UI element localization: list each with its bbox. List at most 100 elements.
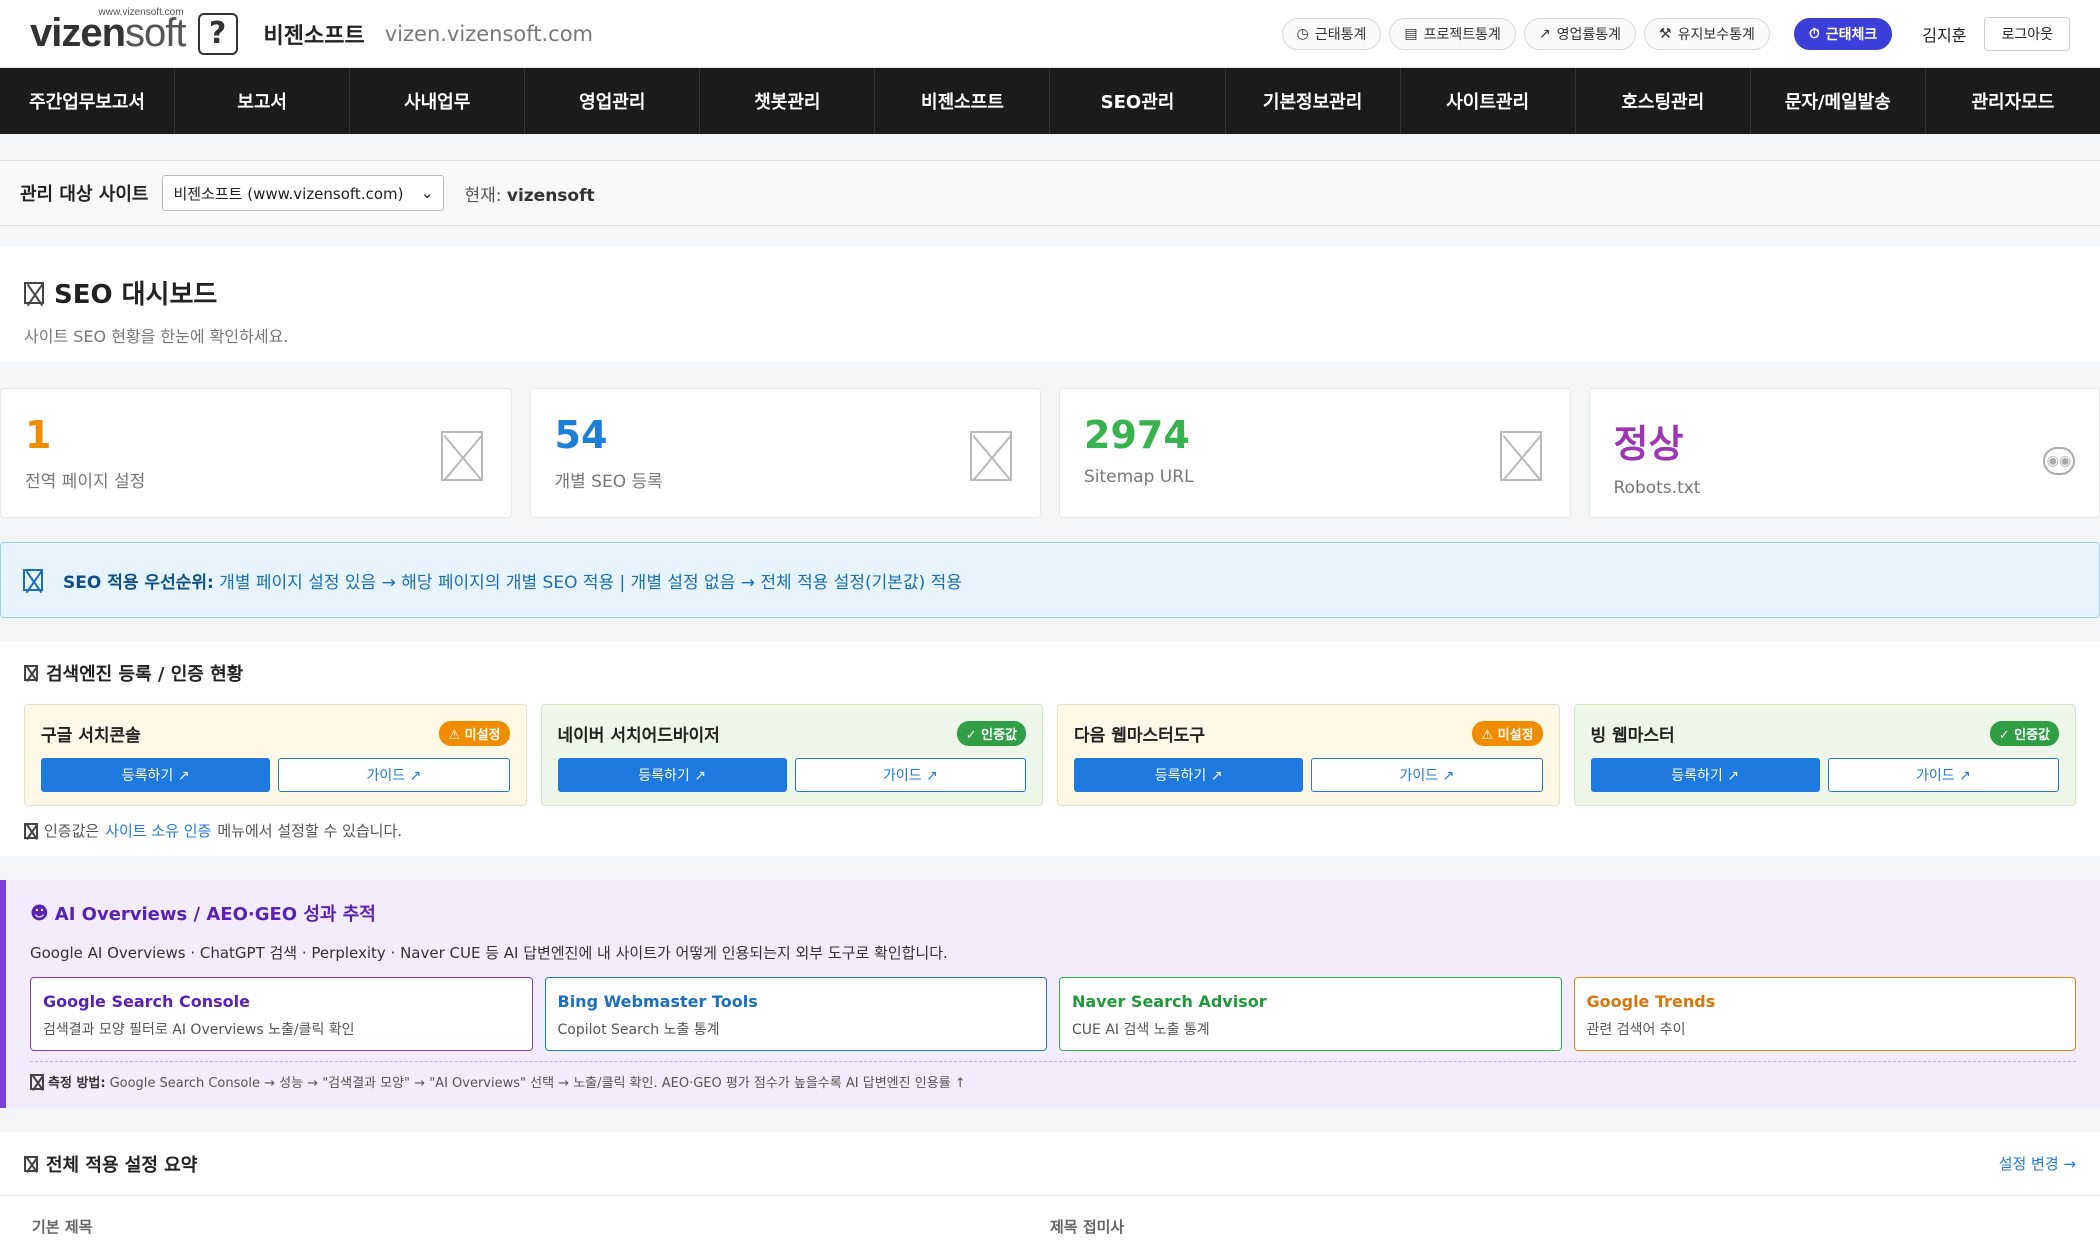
project-stats-button[interactable]: ▤ 프로젝트통계 [1389,17,1516,50]
stat-label: 개별 SEO 등록 [554,472,663,492]
stat-card-sitemap[interactable]: 2974 Sitemap URL [1059,388,1571,518]
current-site: 현재: vizensoft [464,181,594,206]
nav-item-hosting[interactable]: 호스팅관리 [1576,68,1751,134]
maintenance-stats-button[interactable]: ⚒ 유지보수통계 [1644,17,1770,50]
ai-overviews-section: ☻ AI Overviews / AEO·GEO 성과 추적 Google AI… [0,880,2100,1108]
summary-columns: 기본 제목 제목 접미사 [0,1196,2100,1250]
stat-card-individual-seo[interactable]: 54 개별 SEO 등록 [529,388,1041,518]
nav-item-messaging[interactable]: 문자/메일발송 [1751,68,1926,134]
main-nav: 주간업무보고서 보고서 사내업무 영업관리 챗봇관리 비젠소프트 SEO관리 기… [0,68,2100,134]
tool-desc: CUE AI 검색 노출 통계 [1072,1022,1210,1038]
site-select-value: 비젠소프트 (www.vizensoft.com) [173,184,404,203]
logout-button[interactable]: 로그아웃 [1984,16,2070,51]
stat-card-global-pages[interactable]: 1 전역 페이지 설정 [0,388,512,518]
tool-card-google-trends[interactable]: Google Trends 관련 검색어 추이 [1573,977,2076,1051]
summary-col-title: 기본 제목 [32,1218,93,1236]
register-button[interactable]: 등록하기 ↗ [1590,758,1820,792]
nav-item-basic-info[interactable]: 기본정보관리 [1226,68,1401,134]
logo-question-icon: ? [197,12,238,55]
engine-name: 네이버 서치어드바이저 [557,726,720,746]
trend-up-icon: ↗ [1538,25,1551,42]
note-text: Google Search Console → 성능 → "검색결과 모양" →… [109,1076,966,1091]
guide-button[interactable]: 가이드 ↗ [278,758,510,792]
page-title-text: SEO 대시보드 [54,280,218,310]
note-after: 메뉴에서 설정할 수 있습니다. [217,822,403,840]
guide-button[interactable]: 가이드 ↗ [1311,758,1543,792]
tool-desc: 검색결과 모양 필터로 AI Overviews 노출/클릭 확인 [43,1022,355,1038]
robot-icon: ◉◉ [2043,447,2075,475]
site-select[interactable]: 비젠소프트 (www.vizensoft.com) ⌄ [162,175,445,211]
stat-value: 2974 [1084,413,1190,457]
guide-button[interactable]: 가이드 ↗ [794,758,1026,792]
summary-col-suffix: 제목 접미사 [1050,1218,1125,1236]
status-badge: ✓ 인증값 [956,721,1026,746]
sales-stats-button[interactable]: ↗ 영업률통계 [1523,17,1636,50]
stat-card-robots[interactable]: 정상 Robots.txt ◉◉ [1588,388,2100,518]
engine-note: 인증값은 사이트 소유 인증 메뉴에서 설정할 수 있습니다. [24,820,2076,841]
nav-item-weekly-report[interactable]: 주간업무보고서 [0,68,176,134]
site-selector-label: 관리 대상 사이트 [20,184,149,205]
vizensoft-logo[interactable]: www.vizensoft.com vizensoft ? [30,7,238,56]
pill-label: 프로젝트통계 [1423,26,1501,43]
engine-card-daum: 다음 웹마스터도구 ⚠ 미설정 등록하기 ↗ 가이드 ↗ [1057,704,1560,806]
nav-item-admin[interactable]: 관리자모드 [1926,68,2100,134]
missing-glyph-icon [23,569,43,591]
chevron-down-icon: ⌄ [420,184,434,202]
nav-item-reports[interactable]: 보고서 [175,68,351,134]
priority-text: SEO 적용 우선순위: 개별 페이지 설정 있음 → 해당 페이지의 개별 S… [63,568,962,593]
tool-card-google-search-console[interactable]: Google Search Console 검색결과 모양 필터로 AI Ove… [30,977,533,1051]
header-actions: ◷ 근태통계 ▤ 프로젝트통계 ↗ 영업률통계 ⚒ 유지보수통계 ⏱ 근태체크 … [1281,16,2070,51]
nav-item-sales[interactable]: 영업관리 [525,68,701,134]
register-button[interactable]: 등록하기 ↗ [1074,758,1304,792]
missing-glyph-icon [30,1073,44,1090]
missing-glyph-icon [24,822,38,839]
status-badge: ⚠ 미설정 [1472,721,1543,746]
note-bold: 측정 방법: [48,1076,106,1091]
summary-section: 전체 적용 설정 요약 설정 변경 → 기본 제목 제목 접미사 [0,1132,2100,1250]
user-name: 김지훈 [1922,25,1967,45]
nav-item-internal-work[interactable]: 사내업무 [350,68,526,134]
register-button[interactable]: 등록하기 ↗ [557,758,787,792]
nav-item-site[interactable]: 사이트관리 [1401,68,1576,134]
missing-glyph-icon [24,665,38,681]
engine-card-bing: 빙 웹마스터 ✓ 인증값 등록하기 ↗ 가이드 ↗ [1573,704,2076,806]
stat-label: Robots.txt [1613,478,1701,498]
attendance-stats-button[interactable]: ◷ 근태통계 [1281,17,1382,50]
logo-small-url: www.vizensoft.com [98,7,184,18]
tool-card-bing-webmaster[interactable]: Bing Webmaster Tools Copilot Search 노출 통… [544,977,1047,1051]
tool-desc: 관련 검색어 추이 [1586,1022,1686,1038]
engine-card-naver: 네이버 서치어드바이저 ✓ 인증값 등록하기 ↗ 가이드 ↗ [540,704,1043,806]
nav-item-chatbot[interactable]: 챗봇관리 [700,68,876,134]
attendance-check-button[interactable]: ⏱ 근태체크 [1793,17,1893,50]
register-button[interactable]: 등록하기 ↗ [41,758,271,792]
page-subtitle: 사이트 SEO 현황을 한눈에 확인하세요. [24,327,289,346]
site-selector-bar: 관리 대상 사이트 비젠소프트 (www.vizensoft.com) ⌄ 현재… [0,160,2100,226]
stat-value: 정상 [1613,422,1684,466]
clock-icon: ◷ [1296,25,1309,42]
current-site-value: vizensoft [506,185,595,206]
section-title-text: 검색엔진 등록 / 인증 현황 [46,664,244,685]
site-ownership-link[interactable]: 사이트 소유 인증 [105,820,211,841]
engine-name: 구글 서치콘솔 [41,726,141,746]
tool-card-naver-search-advisor[interactable]: Naver Search Advisor CUE AI 검색 노출 통계 [1059,977,1562,1051]
ai-title-text: AI Overviews / AEO·GEO 성과 추적 [54,904,376,925]
section-title: 전체 적용 설정 요약 [24,1151,197,1177]
section-title: 검색엔진 등록 / 인증 현황 [24,660,2076,686]
guide-button[interactable]: 가이드 ↗ [1827,758,2059,792]
wrench-icon: ⚒ [1659,25,1672,42]
tool-desc: Copilot Search 노출 통계 [557,1022,720,1038]
stats-row: 1 전역 페이지 설정 54 개별 SEO 등록 2974 Sitemap UR… [0,388,2100,518]
change-settings-link[interactable]: 설정 변경 → [1999,1153,2076,1174]
dashboard-header: SEO 대시보드 사이트 SEO 현황을 한눈에 확인하세요. [0,246,2100,362]
status-badge: ⚠ 미설정 [439,721,510,746]
stat-value: 54 [554,413,608,457]
nav-item-vizensoft[interactable]: 비젠소프트 [875,68,1051,134]
engine-card-google: 구글 서치콘솔 ⚠ 미설정 등록하기 ↗ 가이드 ↗ [24,704,527,806]
priority-bold: SEO 적용 우선순위: [63,572,214,593]
tool-name: Bing Webmaster Tools [557,992,758,1011]
stat-label: Sitemap URL [1084,467,1194,487]
nav-item-seo[interactable]: SEO관리 [1050,68,1226,134]
tool-name: Google Search Console [43,992,250,1011]
ai-section-title: ☻ AI Overviews / AEO·GEO 성과 추적 [30,900,2076,926]
brand-url: vizen.vizensoft.com [384,21,594,46]
